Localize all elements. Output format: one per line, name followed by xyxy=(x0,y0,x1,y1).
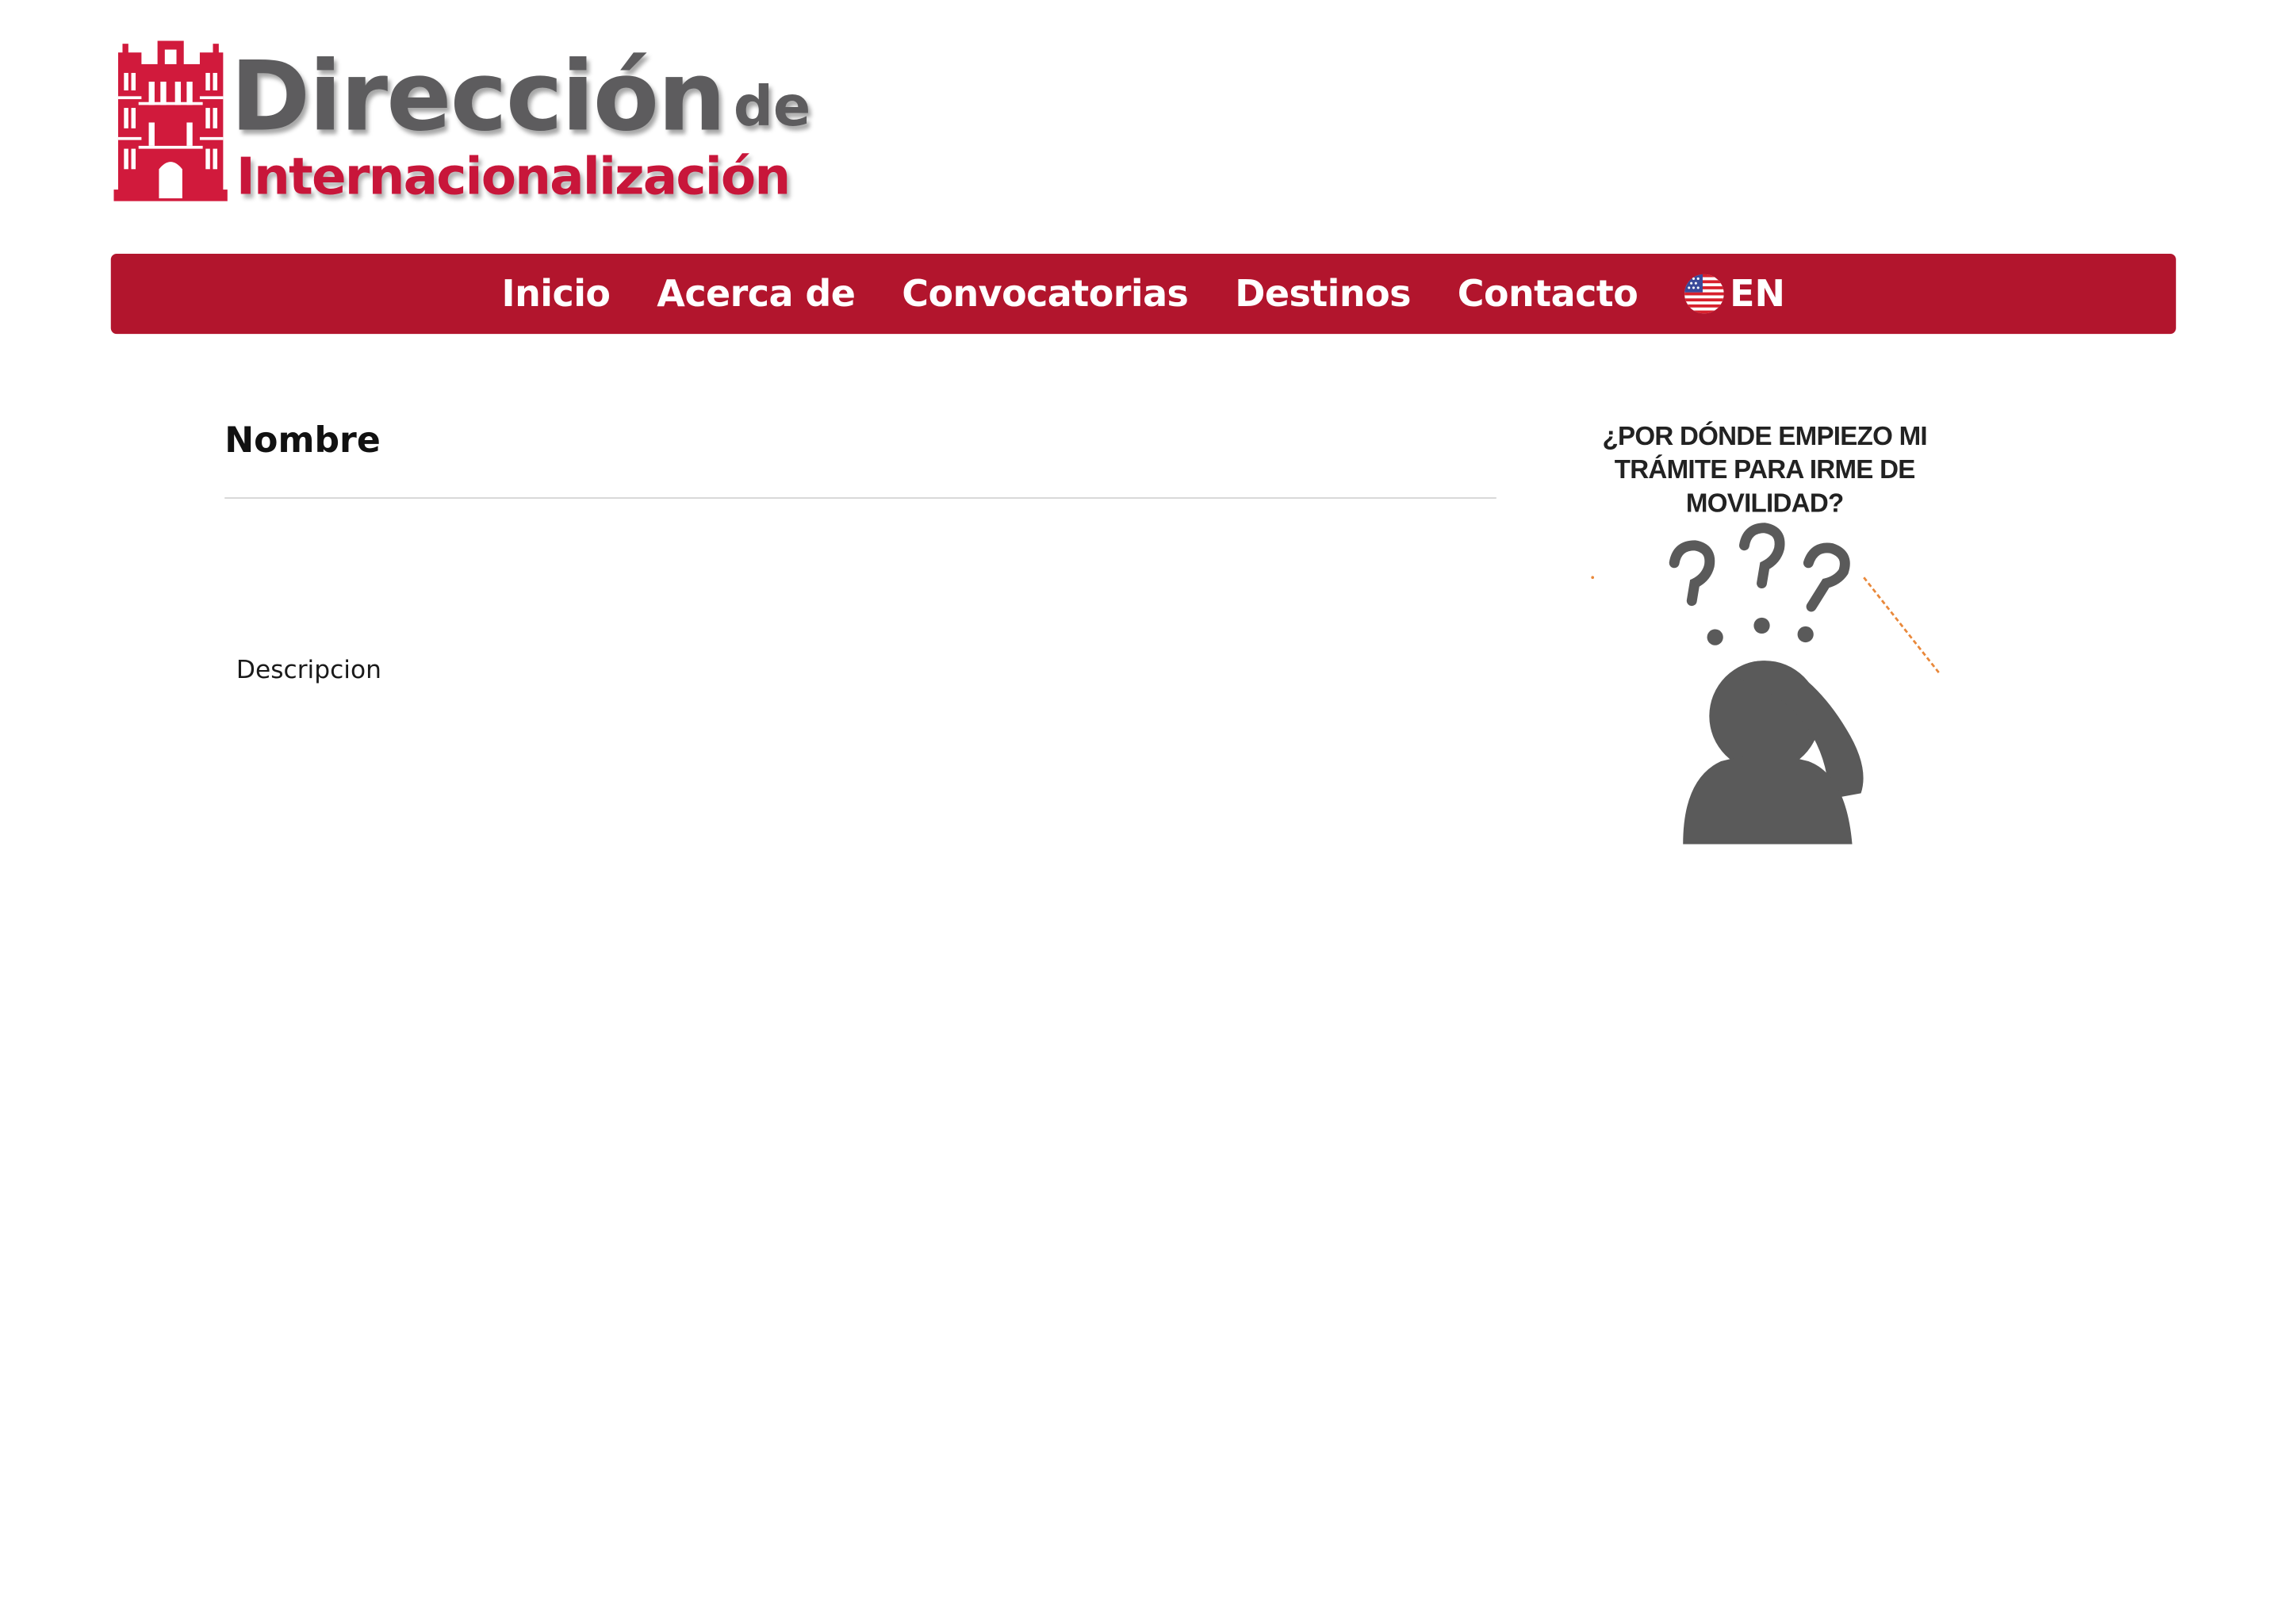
logo-title-line: Dirección de xyxy=(231,44,811,146)
nav-item-convocatorias[interactable]: Convocatorias xyxy=(879,273,1212,315)
nav-item-acerca-de[interactable]: Acerca de xyxy=(634,273,879,315)
site-logo[interactable]: Dirección de Internacionalización xyxy=(113,38,828,216)
nav-item-inicio[interactable]: Inicio xyxy=(478,273,634,315)
language-label: EN xyxy=(1730,272,1785,316)
language-switch-button[interactable]: EN xyxy=(1661,273,1809,315)
nav-item-destinos[interactable]: Destinos xyxy=(1212,273,1435,315)
logo-word-internacionalizacion: Internacionalización xyxy=(236,148,791,208)
confused-person-icon xyxy=(1591,523,1940,845)
page-description: Descripcion xyxy=(236,656,381,686)
page-title: Nombre xyxy=(224,419,381,462)
building-logo-icon xyxy=(113,40,228,201)
title-divider xyxy=(224,497,1496,499)
nav-item-contacto[interactable]: Contacto xyxy=(1434,273,1661,315)
main-navbar: Inicio Acerca de Convocatorias Destinos … xyxy=(110,253,2176,335)
us-flag-icon xyxy=(1684,274,1724,314)
mobility-guide-banner[interactable]: ¿POR DÓNDE EMPIEZO MI TRÁMITE PARA IRME … xyxy=(1589,416,1940,845)
logo-word-direccion: Dirección xyxy=(230,40,726,154)
logo-word-de: de xyxy=(733,74,811,139)
